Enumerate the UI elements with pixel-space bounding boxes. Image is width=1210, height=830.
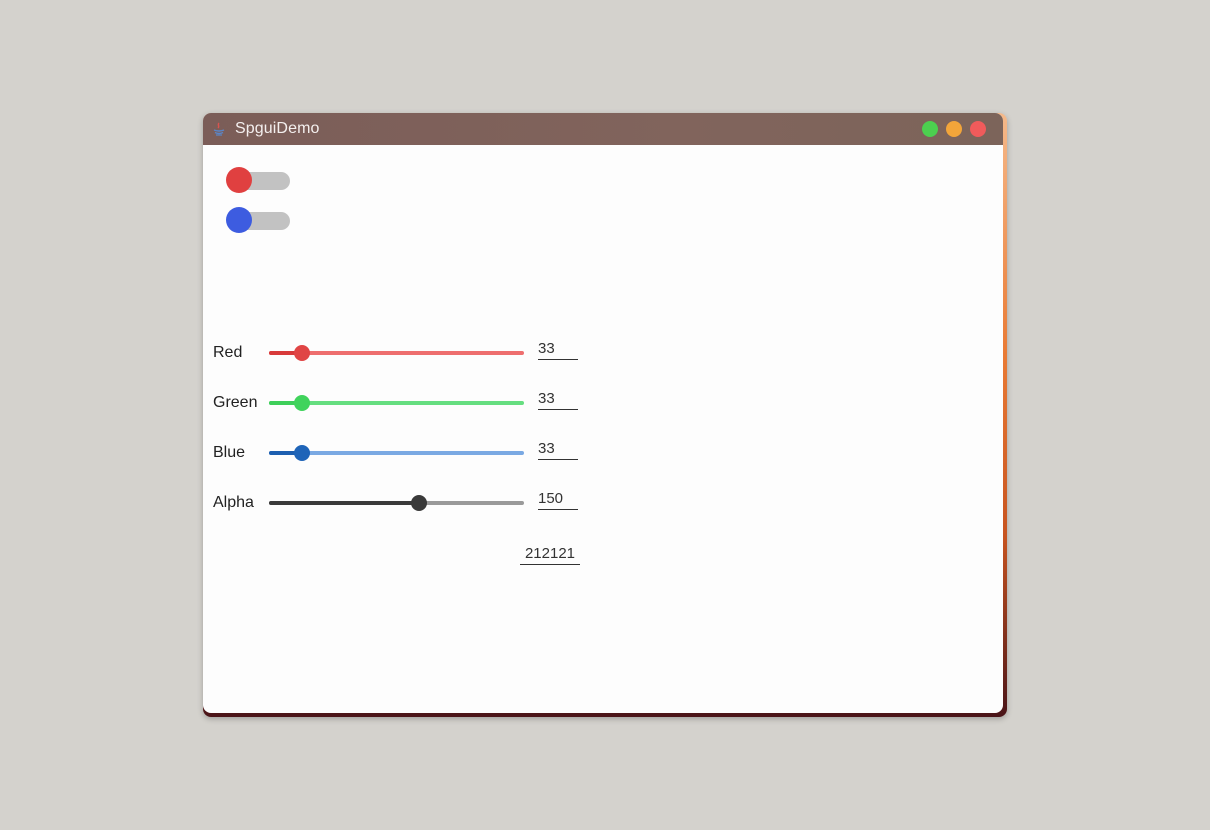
blue-slider[interactable]: [269, 444, 524, 462]
title-bar[interactable]: SpguiDemo: [203, 113, 1003, 145]
toggle-knob: [226, 207, 252, 233]
red-value-input[interactable]: [538, 338, 578, 360]
alpha-label: Alpha: [213, 494, 254, 511]
minimize-button[interactable]: [946, 121, 962, 137]
alpha-value-input[interactable]: [538, 488, 578, 510]
red-label: Red: [213, 344, 243, 361]
blue-toggle-switch[interactable]: [226, 207, 290, 235]
slider-fill: [269, 501, 419, 505]
toggle-knob: [226, 167, 252, 193]
alpha-slider[interactable]: [269, 494, 524, 512]
red-toggle-switch[interactable]: [226, 167, 290, 195]
close-button[interactable]: [970, 121, 986, 137]
window-title: SpguiDemo: [235, 120, 320, 137]
slider-thumb[interactable]: [294, 445, 310, 461]
blue-label: Blue: [213, 444, 246, 461]
alpha-slider-row: Alpha: [203, 488, 603, 518]
red-slider-row: Red: [203, 338, 603, 368]
green-slider[interactable]: [269, 394, 524, 412]
red-slider[interactable]: [269, 344, 524, 362]
blue-value-input[interactable]: [538, 438, 578, 460]
green-label: Green: [213, 394, 258, 411]
green-value-input[interactable]: [538, 388, 578, 410]
green-slider-row: Green: [203, 388, 603, 418]
slider-thumb[interactable]: [411, 495, 427, 511]
blue-slider-row: Blue: [203, 438, 603, 468]
slider-thumb[interactable]: [294, 395, 310, 411]
slider-thumb[interactable]: [294, 345, 310, 361]
hex-color-input[interactable]: [520, 542, 580, 565]
app-window: SpguiDemo Red Green Blue: [203, 113, 1003, 713]
maximize-button[interactable]: [922, 121, 938, 137]
java-app-icon: [213, 122, 225, 136]
